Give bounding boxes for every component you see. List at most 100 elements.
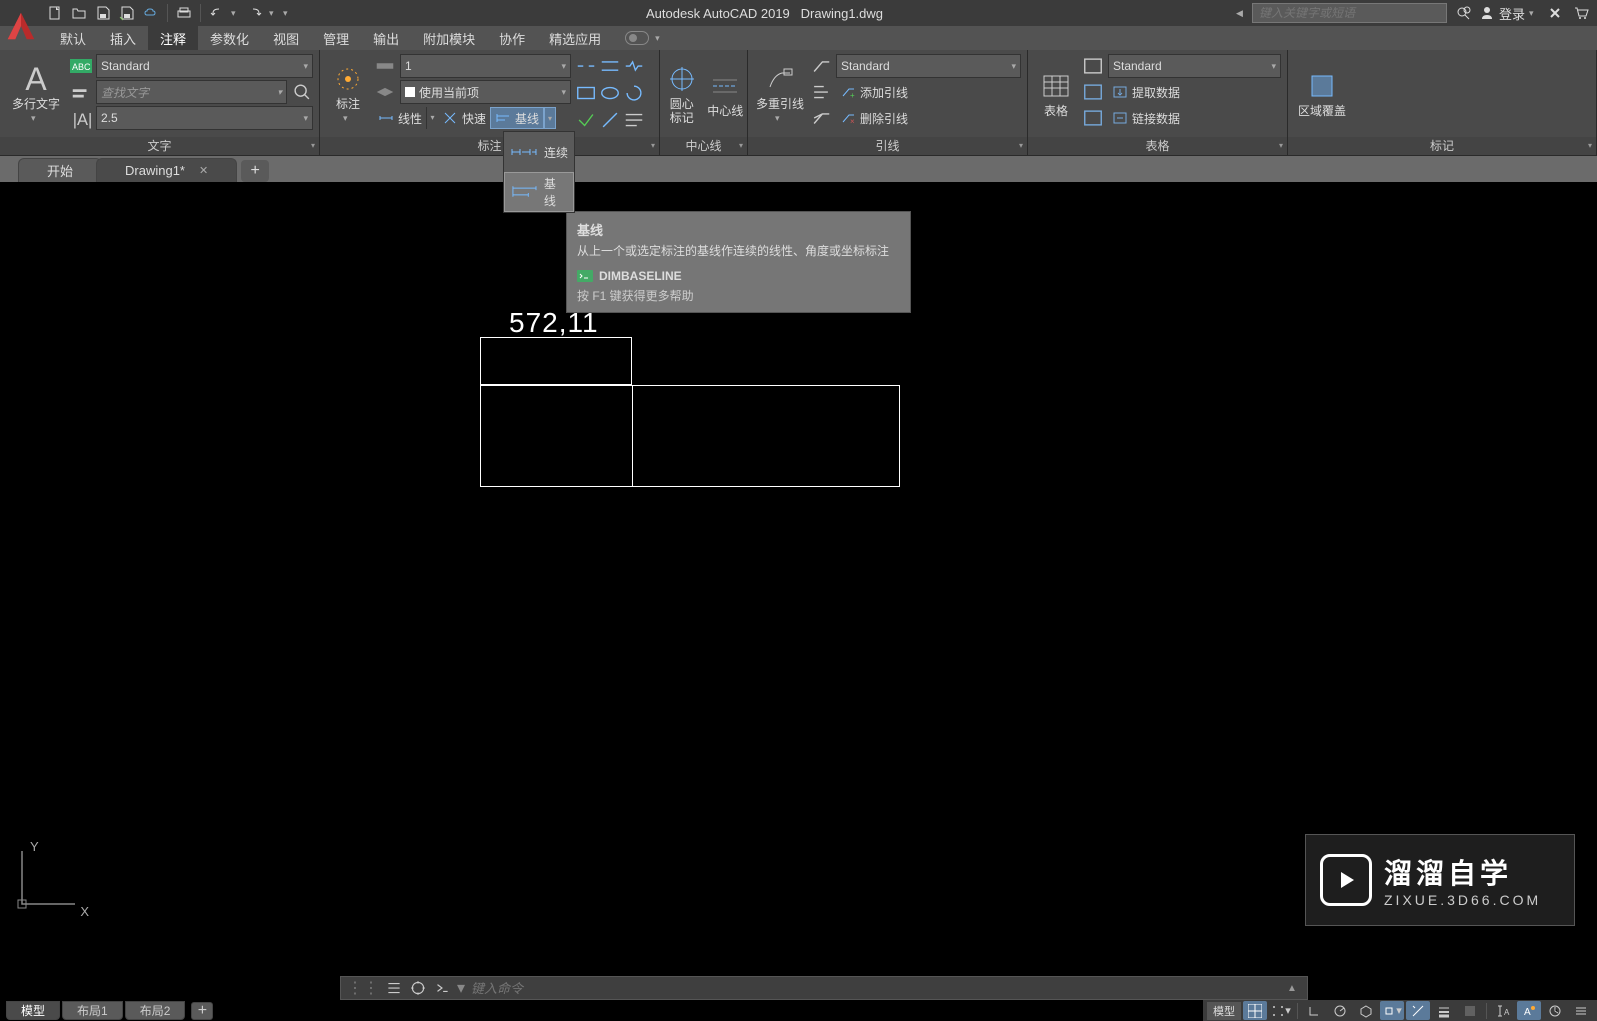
leader-collect-icon[interactable]	[810, 107, 832, 129]
link-data-button[interactable]: 链接数据	[1108, 107, 1184, 129]
command-line[interactable]: ⋮⋮ ▾ ▲	[340, 976, 1308, 1000]
dim-oblique-icon[interactable]	[599, 109, 621, 131]
isodraft-icon[interactable]	[1354, 1001, 1378, 1020]
dimension-button[interactable]: 标注 ▾	[326, 54, 370, 133]
mleader-style-combo[interactable]: Standard	[836, 54, 1021, 78]
layout-1[interactable]: 布局1	[62, 1001, 123, 1020]
add-leader-button[interactable]: +添加引线	[836, 81, 912, 103]
cloud-icon[interactable]	[141, 3, 161, 23]
quick-dim-button[interactable]: 快速	[438, 107, 490, 129]
redo-dropdown-icon[interactable]: ▾	[269, 8, 279, 19]
osnap-toggle-icon[interactable]: ▾	[1380, 1001, 1404, 1020]
dim-inspect-icon[interactable]	[599, 82, 621, 104]
dim-jog-icon[interactable]	[623, 55, 645, 77]
centermark-button[interactable]: 圆心 标记	[662, 54, 702, 133]
chevron-left-icon[interactable]: ◀	[1236, 8, 1246, 19]
extract-data-button[interactable]: 提取数据	[1108, 81, 1184, 103]
ortho-toggle-icon[interactable]	[1302, 1001, 1326, 1020]
linear-split-icon[interactable]: ▾	[426, 107, 438, 129]
tab-annotate[interactable]: 注释	[148, 26, 198, 50]
dim-space-icon[interactable]	[599, 55, 621, 77]
tab-insert[interactable]: 插入	[98, 26, 148, 50]
otrack-toggle-icon[interactable]	[1406, 1001, 1430, 1020]
snap-toggle-icon[interactable]: ▾	[1269, 1001, 1293, 1020]
dropdown-continue[interactable]: 连续	[504, 132, 574, 172]
linear-dim-button[interactable]: 线性	[374, 107, 426, 129]
wipeout-button[interactable]: 区域覆盖	[1294, 54, 1350, 133]
dim-tolerance-icon[interactable]	[575, 82, 597, 104]
baseline-split-icon[interactable]: ▾	[544, 107, 556, 129]
text-style-combo[interactable]: Standard	[96, 54, 313, 78]
status-model-label[interactable]: 模型	[1207, 1002, 1241, 1020]
app-logo[interactable]	[2, 7, 40, 45]
leader-align-icon[interactable]	[810, 81, 832, 103]
cart-icon[interactable]	[1571, 3, 1591, 23]
table-link-pre-icon[interactable]	[1082, 107, 1104, 129]
panel-title-center[interactable]: 中心线	[660, 137, 747, 155]
close-tab-icon[interactable]: ✕	[199, 164, 208, 177]
table-button[interactable]: 表格	[1034, 54, 1078, 133]
panel-title-text[interactable]: 文字	[0, 137, 319, 155]
search-icon[interactable]	[1453, 3, 1473, 23]
annoscale-icon[interactable]: A	[1491, 1001, 1515, 1020]
cmd-expand-icon[interactable]: ▲	[1287, 983, 1301, 994]
tab-view[interactable]: 视图	[261, 26, 311, 50]
text-height-combo[interactable]: 2.5	[96, 106, 313, 130]
tab-drawing1[interactable]: Drawing1*✕	[96, 158, 237, 182]
dim-update-icon[interactable]	[623, 82, 645, 104]
tab-output[interactable]: 输出	[361, 26, 411, 50]
dim-textalign-icon[interactable]	[623, 109, 645, 131]
grid-toggle-icon[interactable]	[1243, 1001, 1267, 1020]
drag-handle-icon[interactable]: ⋮⋮	[347, 978, 379, 998]
workspace-icon[interactable]	[1543, 1001, 1567, 1020]
layout-model[interactable]: 模型	[6, 1001, 60, 1020]
tab-start[interactable]: 开始	[18, 158, 102, 182]
tab-manage[interactable]: 管理	[311, 26, 361, 50]
tab-default[interactable]: 默认	[48, 26, 98, 50]
layout-2[interactable]: 布局2	[125, 1001, 186, 1020]
mleader-button[interactable]: 多重引线 ▾	[754, 54, 806, 133]
mtext-button[interactable]: A 多行文字 ▾	[6, 54, 66, 133]
table-extract-pre-icon[interactable]	[1082, 81, 1104, 103]
undo-dropdown-icon[interactable]: ▾	[231, 8, 241, 19]
polar-toggle-icon[interactable]	[1328, 1001, 1352, 1020]
dim-scale-combo[interactable]: 1	[400, 54, 571, 78]
save-icon[interactable]	[93, 3, 113, 23]
command-input[interactable]	[471, 981, 1281, 996]
dim-break-icon[interactable]	[575, 55, 597, 77]
find-text-input[interactable]: 查找文字	[96, 80, 287, 104]
qat-customize-icon[interactable]: ▾	[283, 8, 293, 19]
exchange-icon[interactable]	[1545, 3, 1565, 23]
add-layout-button[interactable]: +	[191, 1002, 213, 1020]
find-go-icon[interactable]	[291, 81, 313, 103]
annoviz-icon[interactable]: A	[1517, 1001, 1541, 1020]
centerline-button[interactable]: 中心线	[706, 54, 746, 133]
redo-icon[interactable]	[245, 3, 265, 23]
customize-status-icon[interactable]	[1569, 1001, 1593, 1020]
open-icon[interactable]	[69, 3, 89, 23]
panel-title-markup[interactable]: 标记	[1288, 137, 1596, 155]
lineweight-icon[interactable]	[1432, 1001, 1456, 1020]
undo-icon[interactable]	[207, 3, 227, 23]
new-tab-button[interactable]: +	[241, 160, 269, 182]
panel-title-leader[interactable]: 引线	[748, 137, 1027, 155]
help-search-input[interactable]	[1252, 3, 1447, 23]
dropdown-baseline[interactable]: 基线	[504, 172, 574, 212]
new-icon[interactable]	[45, 3, 65, 23]
dim-check-icon[interactable]	[575, 109, 597, 131]
tab-featured[interactable]: 精选应用	[537, 26, 613, 50]
tab-addins[interactable]: 附加模块	[411, 26, 487, 50]
transparency-icon[interactable]	[1458, 1001, 1482, 1020]
saveas-icon[interactable]	[117, 3, 137, 23]
dim-layer-combo[interactable]: 使用当前项	[400, 80, 571, 104]
remove-leader-button[interactable]: ×删除引线	[836, 107, 912, 129]
plot-icon[interactable]	[174, 3, 194, 23]
baseline-dim-button[interactable]: 基线	[490, 107, 544, 129]
tab-collaborate[interactable]: 协作	[487, 26, 537, 50]
customize-cmd-icon[interactable]	[409, 979, 427, 997]
record-toggle[interactable]: ▾	[625, 31, 665, 45]
table-style-combo[interactable]: Standard	[1108, 54, 1281, 78]
panel-title-dim[interactable]: 标注	[320, 137, 659, 155]
tab-parametric[interactable]: 参数化	[198, 26, 261, 50]
panel-title-table[interactable]: 表格	[1028, 137, 1287, 155]
